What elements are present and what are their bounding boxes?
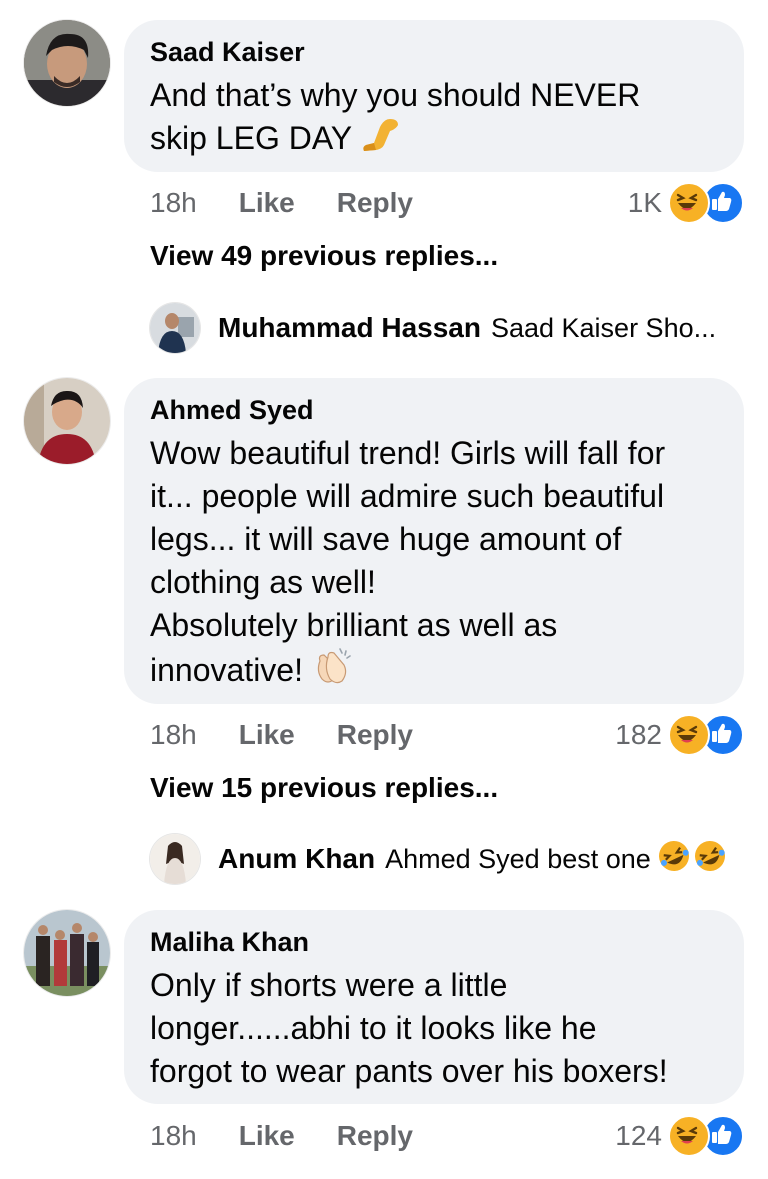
- avatar-anum-khan[interactable]: [150, 834, 200, 884]
- reaction-summary[interactable]: 124: [615, 1115, 744, 1157]
- avatar-ahmed-syed[interactable]: [24, 378, 110, 464]
- comment-line: innovative!: [150, 651, 303, 688]
- reaction-count: 182: [615, 719, 662, 750]
- comment-actions: 18h Like Reply: [150, 1116, 413, 1156]
- comment-timestamp[interactable]: 18h: [150, 187, 197, 219]
- comment-line: Absolutely brilliant as well as: [150, 607, 558, 643]
- comment-bubble: Ahmed Syed Wow beautiful trend! Girls wi…: [124, 378, 744, 704]
- reaction-count: 124: [615, 1120, 662, 1151]
- comment-line-with-emoji: skip LEG DAY: [150, 117, 718, 164]
- comment-text: Wow beautiful trend! Girls will fall for…: [150, 432, 718, 698]
- comment-line-with-emoji: innovative!: [150, 647, 718, 698]
- comment-timestamp[interactable]: 18h: [150, 719, 197, 751]
- reply-button[interactable]: Reply: [337, 187, 413, 219]
- comment-author[interactable]: Maliha Khan: [150, 926, 718, 958]
- avatar-maliha-khan[interactable]: [24, 910, 110, 996]
- comment-author[interactable]: Saad Kaiser: [150, 36, 718, 68]
- comment-line: Only if shorts were a little: [150, 967, 508, 1003]
- comment-line: clothing as well!: [150, 564, 376, 600]
- comment-line: it... people will admire such beautiful: [150, 478, 665, 514]
- like-button[interactable]: Like: [239, 187, 295, 219]
- clapping-hands-emoji: [312, 647, 354, 698]
- reaction-summary[interactable]: 1K: [627, 182, 744, 224]
- comment-line: Wow beautiful trend! Girls will fall for: [150, 435, 666, 471]
- latest-reply-preview[interactable]: Muhammad Hassan Saad Kaiser Sho...: [150, 302, 716, 354]
- like-button[interactable]: Like: [239, 1120, 295, 1152]
- haha-icon: [668, 1115, 710, 1157]
- reply-text: Saad Kaiser Sho...: [490, 312, 717, 343]
- leg-emoji: [360, 117, 402, 164]
- comment-bubble: Maliha Khan Only if shorts were a little…: [124, 910, 744, 1104]
- rolling-laughing-emoji: [693, 839, 727, 880]
- comment-bubble: Saad Kaiser And that’s why you should NE…: [124, 20, 744, 172]
- reply-text: Ahmed Syed best one: [385, 843, 651, 874]
- comment-line: skip LEG DAY: [150, 120, 352, 156]
- comment-text: Only if shorts were a little longer.....…: [150, 964, 718, 1093]
- view-previous-replies[interactable]: View 49 previous replies...: [150, 240, 498, 272]
- comment-line: forgot to wear pants over his boxers!: [150, 1053, 668, 1089]
- comment-actions: 18h Like Reply: [150, 715, 413, 755]
- rolling-laughing-emoji: [657, 839, 691, 880]
- reply-author[interactable]: Anum Khan: [218, 843, 375, 875]
- comment-timestamp[interactable]: 18h: [150, 1120, 197, 1152]
- comment-author[interactable]: Ahmed Syed: [150, 394, 718, 426]
- reply-button[interactable]: Reply: [337, 1120, 413, 1152]
- comment-line: And that’s why you should NEVER: [150, 77, 641, 113]
- haha-icon: [668, 714, 710, 756]
- like-button[interactable]: Like: [239, 719, 295, 751]
- avatar-saad-kaiser[interactable]: [24, 20, 110, 106]
- haha-icon: [668, 182, 710, 224]
- view-previous-replies[interactable]: View 15 previous replies...: [150, 772, 498, 804]
- reaction-count: 1K: [627, 187, 662, 218]
- comment-line: legs... it will save huge amount of: [150, 521, 622, 557]
- avatar-muhammad-hassan[interactable]: [150, 303, 200, 353]
- comment-text: And that’s why you should NEVER skip LEG…: [150, 74, 718, 164]
- latest-reply-preview[interactable]: Anum Khan Ahmed Syed best one: [150, 833, 727, 885]
- comment-line: longer......abhi to it looks like he: [150, 1010, 597, 1046]
- reaction-summary[interactable]: 182: [615, 714, 744, 756]
- comment-actions: 18h Like Reply: [150, 183, 413, 223]
- reply-author[interactable]: Muhammad Hassan: [218, 312, 481, 344]
- reply-button[interactable]: Reply: [337, 719, 413, 751]
